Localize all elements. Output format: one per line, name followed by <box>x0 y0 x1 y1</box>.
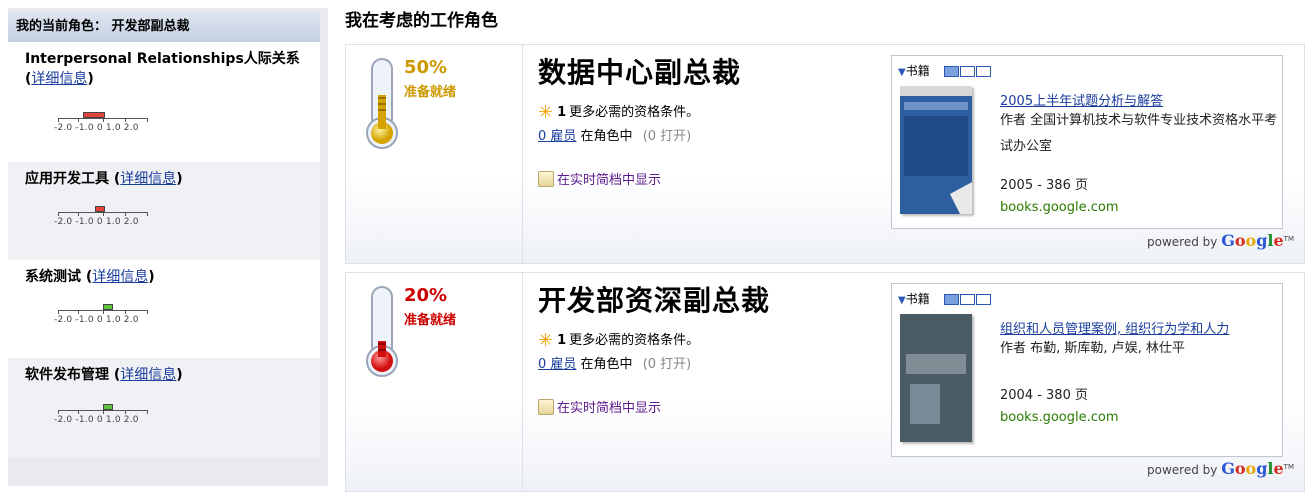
role-card: 20% 准备就绪 开发部资深副总裁 ✳ 1 更多必需的资格条件。 0 雇员 在角色中… <box>345 272 1305 492</box>
show-in-profile-link[interactable]: 在实时简档中显示 <box>557 173 661 188</box>
role-title: 开发部资深副总裁 <box>538 284 771 317</box>
star-icon: ✳ <box>538 102 554 123</box>
view-toggle[interactable] <box>943 294 992 308</box>
scale-labels: -2.0 -1.0 0 1.0 2.0 <box>54 217 139 227</box>
skill-match-marker <box>103 404 113 410</box>
book-cover-image <box>900 314 972 442</box>
detail-link[interactable]: 详细信息 <box>92 269 148 285</box>
triangle-down-icon[interactable]: ▼ <box>898 295 906 306</box>
requirements-note: ✳ 1 更多必需的资格条件。 <box>538 102 700 123</box>
skill-item: 应用开发工具 (详细信息) -2.0 -1.0 0 1.0 2.0 <box>8 162 320 260</box>
google-logo: Google <box>1221 459 1284 478</box>
employees-link[interactable]: 0 雇员 <box>538 129 576 144</box>
employees-info: 0 雇员 在角色中 (0 打开) <box>538 129 692 144</box>
role-title: 数据中心副总裁 <box>538 56 742 89</box>
show-in-profile[interactable]: 在实时简档中显示 <box>538 169 661 188</box>
skill-gap-marker <box>83 112 105 118</box>
star-icon: ✳ <box>538 330 554 351</box>
readiness-label: 准备就绪 <box>404 313 457 328</box>
triangle-down-icon[interactable]: ▼ <box>898 67 906 78</box>
skill-scale: -2.0 -1.0 0 1.0 2.0 <box>54 400 150 430</box>
book-title-link[interactable]: 2005上半年试题分析与解答 <box>1000 90 1163 109</box>
book-source: books.google.com <box>1000 410 1119 425</box>
skill-item: 软件发布管理 (详细信息) -2.0 -1.0 0 1.0 2.0 <box>8 358 320 458</box>
checkbox-icon[interactable] <box>538 171 554 187</box>
skill-name: 应用开发工具 <box>25 171 109 187</box>
employees-info: 0 雇员 在角色中 (0 打开) <box>538 357 692 372</box>
thermometer-icon <box>366 58 398 149</box>
skill-match-marker <box>103 304 113 310</box>
skill-scale: -2.0 -1.0 0 1.0 2.0 <box>54 202 150 232</box>
detail-link[interactable]: 详细信息 <box>120 367 176 383</box>
skill-scale: -2.0 -1.0 0 1.0 2.0 <box>54 108 150 138</box>
book-title-link[interactable]: 组织和人员管理案例, 组织行为学和人力 <box>1000 318 1229 337</box>
book-author: 作者 布勤, 斯库勒, 卢娱, 林仕平 <box>1000 341 1185 356</box>
book-meta: 2005 - 386 页 <box>1000 178 1088 193</box>
book-widget: ▼书籍 2005上半年试题分析与解答 作者 全国计算机技术与软件专业技术资格水平… <box>891 55 1283 229</box>
role-card: 50% 准备就绪 数据中心副总裁 ✳ 1 更多必需的资格条件。 0 雇员 在角色中 … <box>345 44 1305 264</box>
thermometer-icon <box>366 286 398 377</box>
powered-by: powered by GoogleTM <box>1147 459 1294 478</box>
page-title: 我在考虑的工作角色 <box>345 11 498 31</box>
requirements-note: ✳ 1 更多必需的资格条件。 <box>538 330 700 351</box>
book-header: 书籍 <box>905 292 930 306</box>
book-meta: 2004 - 380 页 <box>1000 388 1088 403</box>
detail-link[interactable]: 详细信息 <box>120 171 176 187</box>
employees-link[interactable]: 0 雇员 <box>538 357 576 372</box>
skill-name: 系统测试 <box>25 269 81 285</box>
readiness-label: 准备就绪 <box>404 85 457 100</box>
skill-scale: -2.0 -1.0 0 1.0 2.0 <box>54 300 150 330</box>
powered-by: powered by GoogleTM <box>1147 231 1294 250</box>
book-author: 作者 全国计算机技术与软件专业技术资格水平考试办公室 <box>1000 113 1278 154</box>
show-in-profile-link[interactable]: 在实时简档中显示 <box>557 401 661 416</box>
checkbox-icon[interactable] <box>538 399 554 415</box>
view-toggle[interactable] <box>943 66 992 80</box>
skill-gap-marker <box>95 206 105 212</box>
show-in-profile[interactable]: 在实时简档中显示 <box>538 397 661 416</box>
current-role-header: 我的当前角色： 开发部副总裁 <box>8 12 320 42</box>
readiness-percent: 20% <box>404 285 448 306</box>
scale-labels: -2.0 -1.0 0 1.0 2.0 <box>54 415 139 425</box>
skill-name: Interpersonal Relationships人际关系 <box>25 51 300 67</box>
detail-link[interactable]: 详细信息 <box>31 71 87 87</box>
skill-item: Interpersonal Relationships人际关系 (详细信息) -… <box>8 42 320 162</box>
book-header: 书籍 <box>905 64 930 78</box>
skill-item: 系统测试 (详细信息) -2.0 -1.0 0 1.0 2.0 <box>8 260 320 358</box>
readiness-percent: 50% <box>404 57 448 78</box>
book-source: books.google.com <box>1000 200 1119 215</box>
scale-labels: -2.0 -1.0 0 1.0 2.0 <box>54 123 139 133</box>
scale-labels: -2.0 -1.0 0 1.0 2.0 <box>54 315 139 325</box>
book-cover-image <box>900 86 972 214</box>
google-logo: Google <box>1221 231 1284 250</box>
skill-name: 软件发布管理 <box>25 367 109 383</box>
book-widget: ▼书籍 组织和人员管理案例, 组织行为学和人力 作者 布勤, 斯库勒, 卢娱, … <box>891 283 1283 457</box>
